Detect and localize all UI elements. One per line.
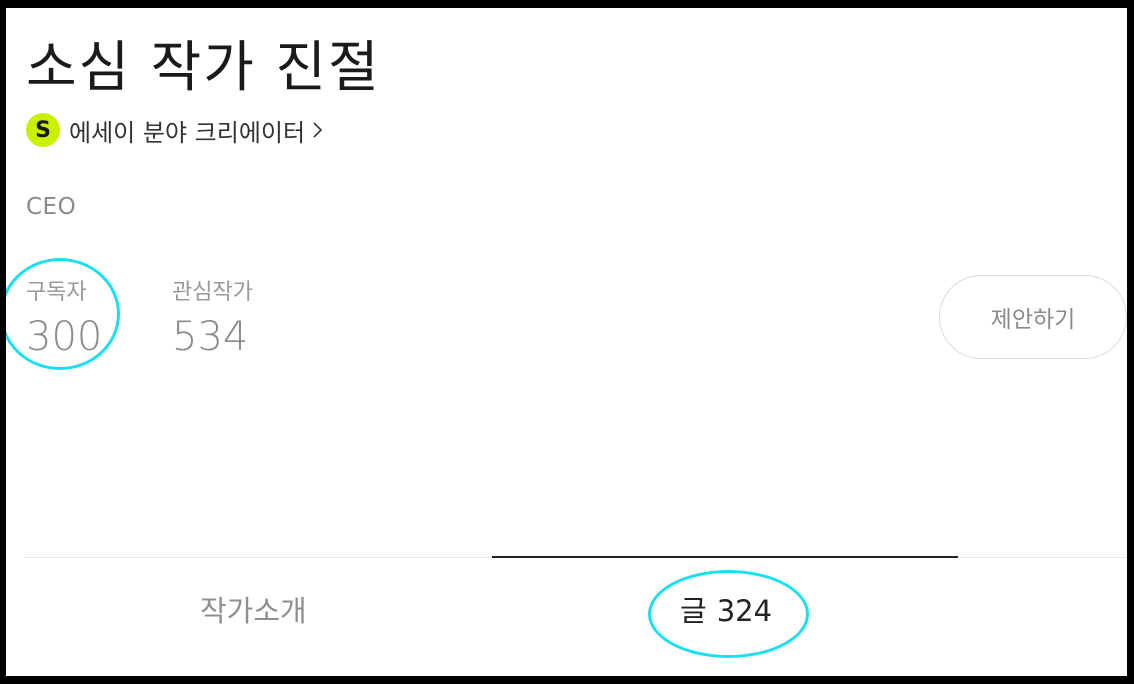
category-label: 에세이 분야 크리에이터 [69, 118, 306, 147]
propose-button[interactable]: 제안하기 [939, 275, 1127, 359]
following-label: 관심작가 [172, 280, 253, 305]
author-name: 소심 작가 진절 [26, 35, 381, 99]
subscribers-label: 구독자 [26, 280, 87, 305]
job-title: CEO [26, 194, 77, 220]
category-badge-icon: S [26, 113, 60, 147]
tab-posts[interactable]: 글 324 [680, 588, 772, 630]
tab-posts-count: 324 [716, 594, 773, 628]
chevron-right-icon [311, 120, 325, 140]
tab-about[interactable]: 작가소개 [200, 588, 307, 630]
subscribers-count: 300 [26, 314, 103, 360]
active-tab-indicator [492, 556, 958, 558]
following-stat[interactable]: 관심작가 534 [172, 274, 253, 360]
category-link[interactable]: S 에세이 분야 크리에이터 [26, 113, 325, 147]
subscribers-stat[interactable]: 구독자 300 [26, 274, 102, 360]
author-profile-card: 소심 작가 진절 S 에세이 분야 크리에이터 CEO 구독자 300 관심작가… [6, 8, 1127, 676]
tab-about-label: 작가소개 [200, 594, 307, 628]
following-count: 534 [172, 314, 249, 360]
tab-posts-label: 글 [680, 594, 707, 628]
